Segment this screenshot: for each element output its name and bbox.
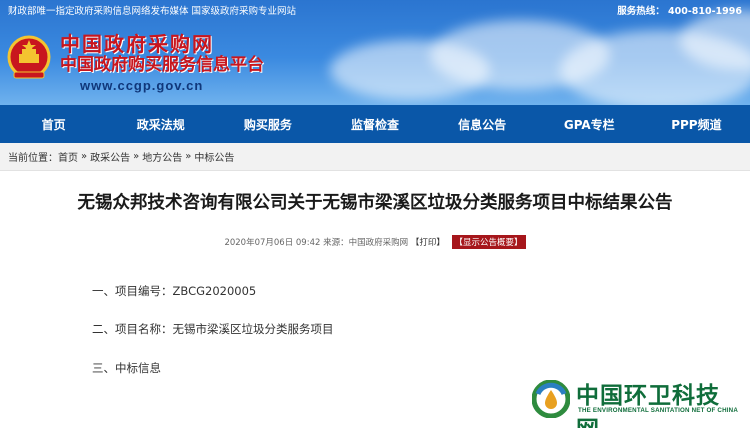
article-meta: 2020年07月06日 09:42 来源：中国政府采购网 【打印】 【显示公告概… xyxy=(0,235,750,249)
print-link[interactable]: 【打印】 xyxy=(411,238,445,248)
breadcrumb-prefix: 当前位置： xyxy=(8,153,58,164)
watermark-subtitle: THE ENVIRONMENTAL SANITATION NET OF CHIN… xyxy=(578,407,739,414)
watermark-name: 中国环卫科技网 xyxy=(576,383,720,428)
nav-item-ppp[interactable]: PPP频道 xyxy=(643,116,750,133)
article-date-source: 2020年07月06日 09:42 来源：中国政府采购网 xyxy=(224,238,409,248)
nav-item-announcements[interactable]: 信息公告 xyxy=(429,116,536,133)
breadcrumb-separator: » xyxy=(81,151,88,162)
breadcrumb-separator: » xyxy=(133,151,140,162)
article-line-project-name: 二、项目名称：无锡市梁溪区垃圾分类服务项目 xyxy=(92,322,334,336)
article-content: 无锡众邦技术咨询有限公司关于无锡市梁溪区垃圾分类服务项目中标结果公告 2020年… xyxy=(0,171,750,428)
breadcrumb-gov-announcements[interactable]: 政采公告 xyxy=(90,149,130,164)
sanitation-drop-logo-icon xyxy=(532,380,570,418)
article-line-award-info: 三、中标信息 xyxy=(92,361,161,375)
site-url[interactable]: www.ccgp.gov.cn xyxy=(80,78,203,93)
breadcrumb-separator: » xyxy=(185,151,192,162)
nav-item-gpa[interactable]: GPA专栏 xyxy=(536,116,643,133)
watermark: 中国环卫科技网 THE ENVIRONMENTAL SANITATION NET… xyxy=(532,376,742,428)
nav-item-home[interactable]: 首页 xyxy=(0,116,107,133)
breadcrumb: 当前位置： 首页 » 政采公告 » 地方公告 » 中标公告 xyxy=(0,143,750,171)
site-header: 财政部唯一指定政府采购信息网络发布媒体 国家级政府采购专业网站 服务热线： 40… xyxy=(0,0,750,105)
main-nav: 首页 政采法规 购买服务 监督检查 信息公告 GPA专栏 PPP频道 xyxy=(0,105,750,143)
breadcrumb-home[interactable]: 首页 xyxy=(58,149,78,164)
service-hotline: 服务热线： 400-810-1996 xyxy=(617,6,742,17)
top-strip: 财政部唯一指定政府采购信息网络发布媒体 国家级政府采购专业网站 服务热线： 40… xyxy=(0,0,750,20)
nav-item-regulations[interactable]: 政采法规 xyxy=(107,116,214,133)
site-title[interactable]: 中国政府采购网 中国政府购买服务信息平台 xyxy=(60,33,264,75)
breadcrumb-local-announcements[interactable]: 地方公告 xyxy=(142,149,182,164)
top-note: 财政部唯一指定政府采购信息网络发布媒体 国家级政府采购专业网站 xyxy=(8,6,297,17)
show-summary-button[interactable]: 【显示公告概要】 xyxy=(451,235,526,249)
nav-item-supervision[interactable]: 监督检查 xyxy=(321,116,428,133)
article-title: 无锡众邦技术咨询有限公司关于无锡市梁溪区垃圾分类服务项目中标结果公告 xyxy=(77,193,673,213)
national-emblem-icon[interactable] xyxy=(6,34,52,82)
breadcrumb-award-announcements[interactable]: 中标公告 xyxy=(194,149,234,164)
nav-item-purchase-services[interactable]: 购买服务 xyxy=(214,116,321,133)
site-title-sub: 中国政府购买服务信息平台 xyxy=(60,55,264,75)
site-title-main: 中国政府采购网 xyxy=(60,32,214,56)
article-line-project-number: 一、项目编号：ZBCG2020005 xyxy=(92,284,257,298)
